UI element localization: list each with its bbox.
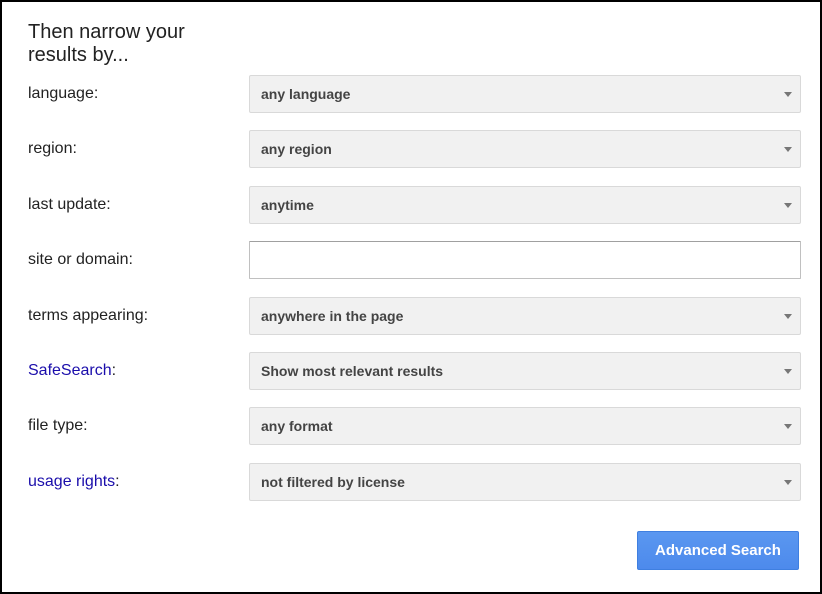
field-row-region: region: any region [2,130,820,168]
chevron-down-icon [784,314,792,319]
terms-appearing-select[interactable]: anywhere in the page [249,297,801,335]
advanced-search-panel: Then narrow your results by... language:… [2,2,820,592]
safesearch-select-value: Show most relevant results [261,363,444,379]
language-select[interactable]: any language [249,75,801,113]
region-select[interactable]: any region [249,130,801,168]
section-title: Then narrow your results by... [28,21,185,66]
usage-rights-link[interactable]: usage rights [28,473,115,490]
file-type-select[interactable]: any format [249,407,801,445]
field-row-terms-appearing: terms appearing: anywhere in the page [2,297,820,335]
file-type-select-value: any format [261,418,333,434]
chevron-down-icon [784,369,792,374]
region-select-value: any region [261,141,332,157]
usage-rights-label: usage rights: [28,473,120,490]
field-row-language: language: any language [2,75,820,113]
terms-appearing-label: terms appearing: [28,307,149,324]
field-row-site-or-domain: site or domain: [2,241,820,279]
last-update-label: last update: [28,196,111,213]
field-row-file-type: file type: any format [2,407,820,445]
safesearch-select[interactable]: Show most relevant results [249,352,801,390]
safesearch-link[interactable]: SafeSearch [28,362,112,379]
chevron-down-icon [784,203,792,208]
chevron-down-icon [784,480,792,485]
usage-rights-select-value: not filtered by license [261,474,405,490]
last-update-select[interactable]: anytime [249,186,801,224]
site-or-domain-input[interactable] [249,241,801,279]
field-row-last-update: last update: anytime [2,186,820,224]
field-row-safesearch: SafeSearch: Show most relevant results [2,352,820,390]
terms-appearing-select-value: anywhere in the page [261,308,404,324]
chevron-down-icon [784,424,792,429]
language-label: language: [28,85,99,102]
chevron-down-icon [784,92,792,97]
safesearch-label: SafeSearch: [28,362,117,379]
usage-rights-select[interactable]: not filtered by license [249,463,801,501]
language-select-value: any language [261,86,351,102]
field-row-usage-rights: usage rights: not filtered by license [2,463,820,501]
last-update-select-value: anytime [261,197,314,213]
advanced-search-button[interactable]: Advanced Search [637,531,799,570]
region-label: region: [28,140,77,157]
file-type-label: file type: [28,417,88,434]
site-or-domain-label: site or domain: [28,251,133,268]
chevron-down-icon [784,147,792,152]
